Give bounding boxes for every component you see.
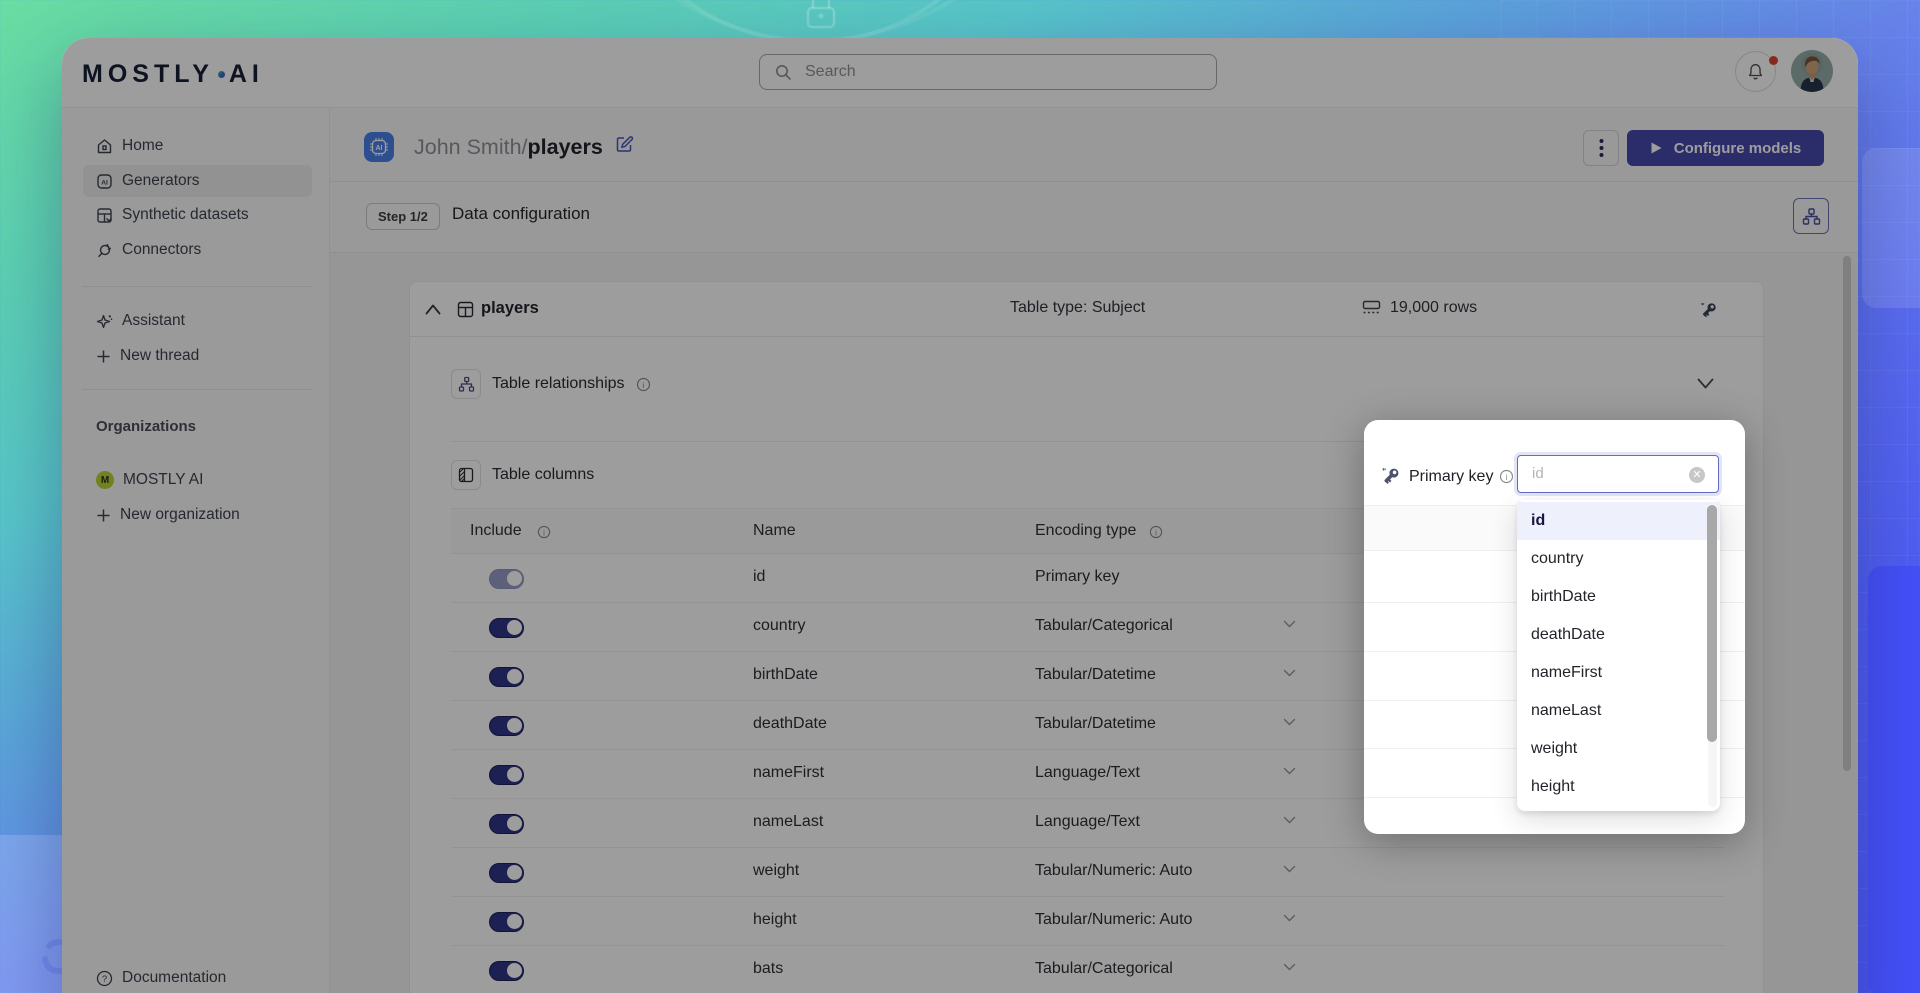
svg-text:i: i <box>1506 472 1508 482</box>
